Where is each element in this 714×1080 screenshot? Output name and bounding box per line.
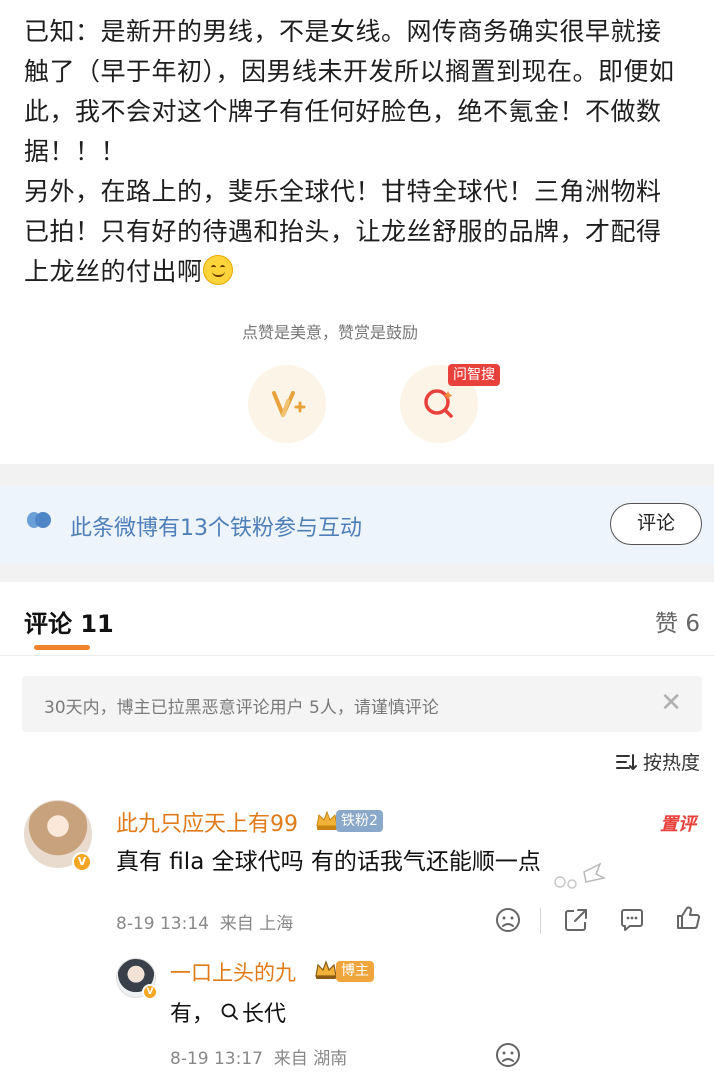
tab-divider (0, 655, 714, 656)
fans-icon (27, 512, 51, 528)
search-link[interactable]: 长代 (220, 996, 286, 1028)
fans-bar: 此条微博有13个铁粉参与互动 评论 (0, 486, 714, 564)
bottom-fade (544, 1036, 714, 1080)
comment-text: 真有 fila 全球代吗 有的话我气还能顺一点 (116, 849, 541, 875)
reply-time: 8-19 13:17 (170, 1049, 263, 1069)
reply-meta: 8-19 13:17 来自 湖南 (170, 1044, 347, 1069)
sort-toggle[interactable]: 按热度 (615, 748, 700, 775)
comment-button[interactable]: 评论 (610, 503, 702, 545)
divider (540, 908, 541, 934)
v-plus-icon (272, 391, 306, 417)
commenter-name[interactable]: 此九只应天上有99 (116, 806, 298, 838)
dislike-face-icon[interactable] (494, 906, 522, 934)
post-line-text: 上龙丝的付出啊 (24, 257, 203, 286)
comment-meta: 8-19 13:14 来自 上海 (116, 909, 293, 934)
bubble-decoration-icon (554, 862, 607, 889)
reply-text: 有， 长代 (170, 996, 286, 1028)
sort-icon (615, 753, 637, 770)
section-divider (0, 464, 714, 486)
section-divider (0, 564, 714, 582)
search-term: 长代 (242, 1002, 287, 1027)
blogger-badge: 博主 (336, 961, 374, 982)
reply-text-prefix: 有， (170, 1002, 215, 1027)
post-line: 已知：是新开的男线，不是女线。网传商务确实很早就接 (24, 17, 662, 46)
reply-comment-icon[interactable] (618, 906, 646, 934)
reply-location: 来自 湖南 (273, 1049, 348, 1069)
post-line: 另外，在路上的，斐乐全球代！甘特全球代！三角洲物料 (24, 177, 662, 206)
tab-comments[interactable]: 评论 11 (24, 604, 114, 639)
sort-label: 按热度 (642, 752, 700, 774)
thumbs-up-icon[interactable] (674, 904, 702, 932)
post-line-last: 上龙丝的付出啊 (24, 252, 696, 292)
iron-fan-badge: 铁粉2 (336, 810, 383, 832)
post-line: 据！！！ (24, 137, 127, 166)
ask-search-icon (424, 389, 453, 418)
tab-likes[interactable]: 赞 6 (655, 604, 700, 638)
tip-button[interactable] (248, 365, 326, 443)
crown-icon (315, 960, 337, 979)
post-line: 触了（早于年初），因男线未开发所以搁置到现在。即便如 (24, 57, 675, 86)
comment-location: 来自 上海 (219, 914, 294, 934)
search-icon (221, 1003, 238, 1020)
smile-emoji-icon (202, 255, 233, 285)
post-line: 已拍！只有好的待遇和抬头，让龙丝舒服的品牌，才配得 (24, 217, 662, 246)
reply-author-name[interactable]: 一口上头的九 (170, 957, 296, 987)
post-body: 已知：是新开的男线，不是女线。网传商务确实很早就接 触了（早于年初），因男线未开… (24, 12, 696, 292)
ask-badge: 问智搜 (448, 364, 500, 386)
notice-text: 30天内，博主已拉黑恶意评论用户 5人，请谨慎评论 (44, 698, 439, 718)
verified-badge-icon: V (142, 984, 158, 1000)
comment-time: 8-19 13:14 (116, 914, 209, 934)
close-icon[interactable]: ✕ (660, 689, 682, 717)
share-icon[interactable] (562, 906, 590, 934)
post-line: 此，我不会对这个牌子有任何好脸色，绝不氪金！不做数 (24, 97, 662, 126)
verified-badge-icon: V (72, 852, 92, 872)
tab-active-indicator (34, 645, 90, 650)
fans-text[interactable]: 此条微博有13个铁粉参与互动 (70, 510, 362, 542)
reward-hint: 点赞是美意，赞赏是鼓励 (241, 323, 418, 342)
blocked-users-notice: 30天内，博主已拉黑恶意评论用户 5人，请谨慎评论 ✕ (22, 676, 702, 732)
pinned-tag: 置评 (660, 814, 696, 835)
dislike-face-icon[interactable] (494, 1041, 522, 1069)
